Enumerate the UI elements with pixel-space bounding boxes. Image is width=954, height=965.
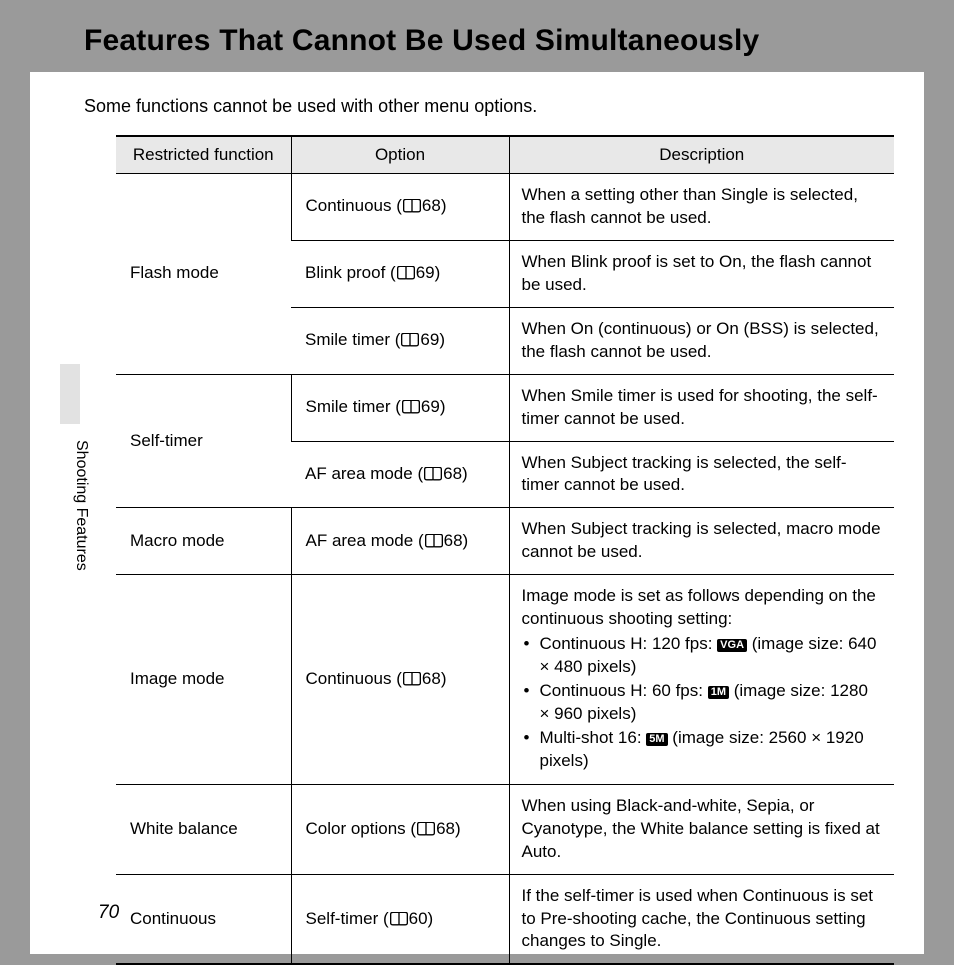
restricted-cell: Continuous	[116, 874, 291, 964]
section-label: Shooting Features	[72, 440, 90, 571]
description-cell: Image mode is set as follows depending o…	[509, 575, 894, 785]
restricted-cell: Macro mode	[116, 508, 291, 575]
table-header-row: Restricted function Option Description	[116, 136, 894, 174]
mode-badge: VGA	[717, 639, 747, 652]
description-cell: When Subject tracking is selected, macro…	[509, 508, 894, 575]
list-item: Multi-shot 16: 5M (image size: 2560 × 19…	[522, 727, 883, 773]
book-icon	[401, 400, 421, 414]
table-row: Flash mode Continuous (68) When a settin…	[116, 174, 894, 241]
book-icon	[389, 912, 409, 926]
table-row: Macro mode AF area mode (68) When Subjec…	[116, 508, 894, 575]
header-restricted: Restricted function	[116, 136, 291, 174]
option-cell: Continuous (68)	[291, 174, 509, 241]
description-cell: When Subject tracking is selected, the s…	[509, 441, 894, 508]
table-row: Self-timer Smile timer (69) When Smile t…	[116, 374, 894, 441]
mode-badge: 5M	[646, 733, 667, 746]
option-cell: Blink proof (69)	[291, 240, 509, 307]
book-icon	[424, 534, 444, 548]
table-row: Image mode Continuous (68) Image mode is…	[116, 575, 894, 785]
table-row: Continuous Self-timer (60) If the self-t…	[116, 874, 894, 964]
mode-badge: 1M	[708, 686, 729, 699]
description-cell: When On (continuous) or On (BSS) is sele…	[509, 307, 894, 374]
page-title: Features That Cannot Be Used Simultaneou…	[84, 24, 924, 58]
bullet-list: Continuous H: 120 fps: VGA (image size: …	[522, 633, 883, 773]
book-icon	[402, 199, 422, 213]
description-cell: When Blink proof is set to On, the flash…	[509, 240, 894, 307]
description-cell: When Smile timer is used for shooting, t…	[509, 374, 894, 441]
restricted-cell: White balance	[116, 784, 291, 874]
book-icon	[423, 467, 443, 481]
restrictions-table: Restricted function Option Description F…	[116, 135, 894, 965]
option-cell: Smile timer (69)	[291, 374, 509, 441]
option-cell: Color options (68)	[291, 784, 509, 874]
option-cell: Self-timer (60)	[291, 874, 509, 964]
book-icon	[402, 672, 422, 686]
option-cell: AF area mode (68)	[291, 508, 509, 575]
header-option: Option	[291, 136, 509, 174]
title-bar: Features That Cannot Be Used Simultaneou…	[30, 0, 924, 72]
book-icon	[400, 333, 420, 347]
option-cell: Smile timer (69)	[291, 307, 509, 374]
option-cell: AF area mode (68)	[291, 441, 509, 508]
book-icon	[416, 822, 436, 836]
description-cell: If the self-timer is used when Continuou…	[509, 874, 894, 964]
list-item: Continuous H: 60 fps: 1M (image size: 12…	[522, 680, 883, 726]
intro-text: Some functions cannot be used with other…	[84, 96, 924, 117]
restricted-cell: Image mode	[116, 575, 291, 785]
restricted-cell: Self-timer	[116, 374, 291, 508]
restricted-cell: Flash mode	[116, 174, 291, 375]
list-item: Continuous H: 120 fps: VGA (image size: …	[522, 633, 883, 679]
manual-page: Features That Cannot Be Used Simultaneou…	[30, 0, 924, 954]
header-description: Description	[509, 136, 894, 174]
option-cell: Continuous (68)	[291, 575, 509, 785]
page-number: 70	[98, 902, 119, 924]
book-icon	[396, 266, 416, 280]
side-tab	[60, 364, 80, 424]
table-row: White balance Color options (68) When us…	[116, 784, 894, 874]
description-cell: When using Black-and-white, Sepia, or Cy…	[509, 784, 894, 874]
description-cell: When a setting other than Single is sele…	[509, 174, 894, 241]
